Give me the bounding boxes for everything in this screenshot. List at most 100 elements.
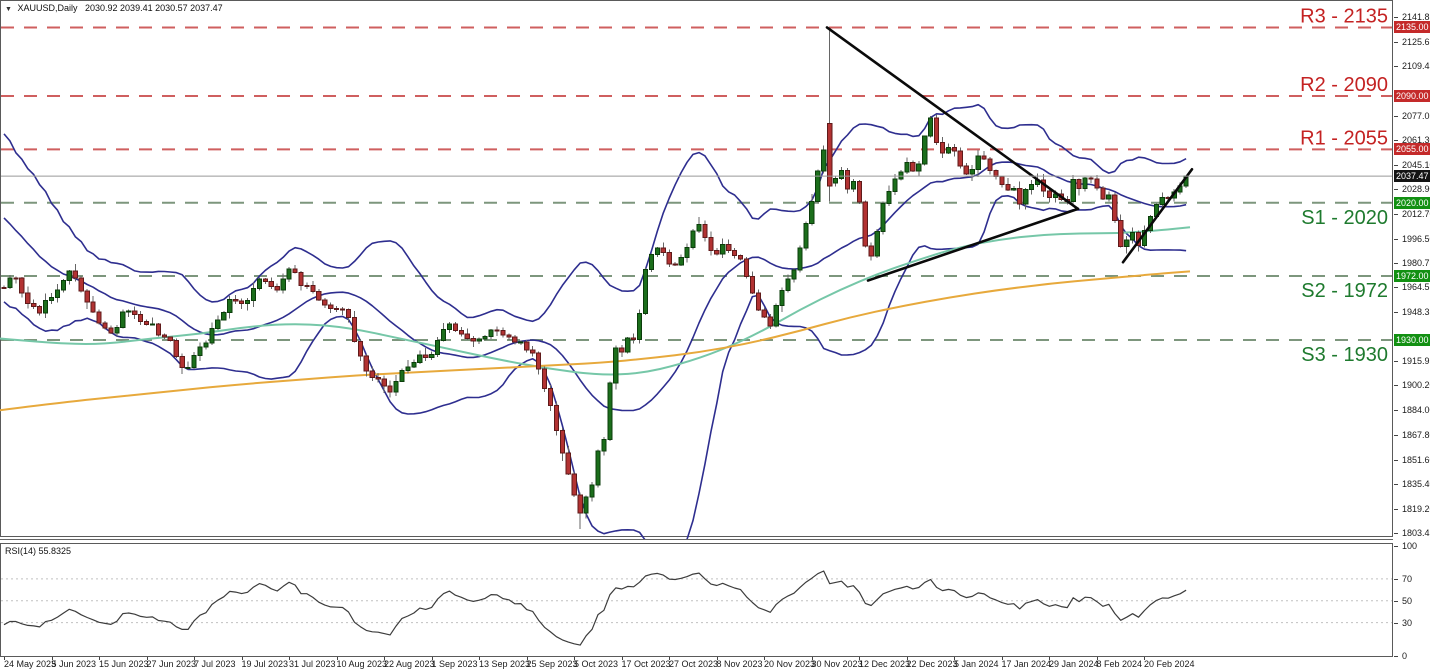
price-tick-label: 1900.20 bbox=[1402, 380, 1430, 390]
chart-title-bar[interactable]: ▼ XAUUSD,Daily 2030.92 2039.41 2030.57 2… bbox=[5, 3, 223, 13]
date-label: 7 Jul 2023 bbox=[194, 659, 236, 669]
price-tick bbox=[1394, 385, 1398, 386]
price-tick bbox=[1394, 484, 1398, 485]
date-label: 30 Nov 2023 bbox=[812, 659, 863, 669]
symbol-dropdown-icon[interactable]: ▼ bbox=[5, 6, 12, 13]
date-label: 12 Dec 2023 bbox=[859, 659, 910, 669]
price-tick-label: 1884.00 bbox=[1402, 405, 1430, 415]
price-tick bbox=[1394, 66, 1398, 67]
sr-level-label-r1: R1 - 2055 bbox=[1300, 127, 1388, 149]
price-tick bbox=[1394, 42, 1398, 43]
price-tick-label: 2077.05 bbox=[1402, 111, 1430, 121]
price-badge-s1: 2020.00 bbox=[1394, 197, 1430, 209]
price-tick-label: 1819.20 bbox=[1402, 504, 1430, 514]
rsi-scale-label: 100 bbox=[1402, 541, 1417, 551]
price-badge-s3: 1930.00 bbox=[1394, 334, 1430, 346]
price-tick-label: 2125.65 bbox=[1402, 37, 1430, 47]
date-label: 8 Nov 2023 bbox=[717, 659, 763, 669]
rsi-scale-label: 0 bbox=[1402, 651, 1407, 661]
price-tick bbox=[1394, 410, 1398, 411]
price-tick bbox=[1394, 509, 1398, 510]
price-tick-label: 2045.10 bbox=[1402, 160, 1430, 170]
price-badge-s2: 1972.00 bbox=[1394, 270, 1430, 282]
date-label: 10 Aug 2023 bbox=[337, 659, 388, 669]
rsi-scale-label: 70 bbox=[1402, 574, 1412, 584]
rsi-scale-tick bbox=[1394, 546, 1398, 547]
date-label: 13 Sep 2023 bbox=[479, 659, 530, 669]
date-label: 27 Oct 2023 bbox=[669, 659, 718, 669]
rsi-scale-label: 50 bbox=[1402, 596, 1412, 606]
price-tick-label: 1835.40 bbox=[1402, 479, 1430, 489]
price-tick-label: 1915.95 bbox=[1402, 356, 1430, 366]
trendline-3[interactable] bbox=[1123, 169, 1192, 262]
symbol-period-label: XAUUSD,Daily bbox=[17, 3, 77, 13]
current-price-badge: 2037.47 bbox=[1394, 170, 1430, 182]
date-label: 22 Aug 2023 bbox=[384, 659, 435, 669]
rsi-scale-tick bbox=[1394, 601, 1398, 602]
price-tick bbox=[1394, 214, 1398, 215]
ohlc-readout: 2030.92 2039.41 2030.57 2037.47 bbox=[85, 3, 223, 13]
candlestick-series bbox=[2, 27, 1188, 529]
sr-level-label-r2: R2 - 2090 bbox=[1300, 74, 1388, 96]
price-tick-label: 1851.60 bbox=[1402, 455, 1430, 465]
price-tick-label: 1964.55 bbox=[1402, 282, 1430, 292]
date-label: 5 Jun 2023 bbox=[52, 659, 97, 669]
rsi-indicator-label: RSI(14) 55.8325 bbox=[5, 546, 71, 556]
date-label: 17 Jan 2024 bbox=[1002, 659, 1052, 669]
price-tick-label: 1996.50 bbox=[1402, 234, 1430, 244]
price-tick bbox=[1394, 116, 1398, 117]
date-label: 25 Sep 2023 bbox=[527, 659, 578, 669]
price-badge-r2: 2090.00 bbox=[1394, 90, 1430, 102]
date-label: 19 Jul 2023 bbox=[242, 659, 289, 669]
date-label: 8 Feb 2024 bbox=[1097, 659, 1143, 669]
rsi-scale-label: 30 bbox=[1402, 618, 1412, 628]
rsi-scale-tick bbox=[1394, 623, 1398, 624]
trendline-2[interactable] bbox=[868, 209, 1078, 281]
rsi-scale-tick bbox=[1394, 656, 1398, 657]
panel-separator[interactable] bbox=[0, 539, 1393, 540]
date-label: 22 Dec 2023 bbox=[907, 659, 958, 669]
date-label: 1 Sep 2023 bbox=[432, 659, 478, 669]
price-tick-label: 2109.45 bbox=[1402, 61, 1430, 71]
price-badge-r1: 2055.00 bbox=[1394, 143, 1430, 155]
sr-level-label-s2: S2 - 1972 bbox=[1301, 280, 1388, 302]
price-scale[interactable]: 2141.852125.652109.452077.052061.302045.… bbox=[1394, 0, 1430, 669]
price-tick-label: 2012.70 bbox=[1402, 209, 1430, 219]
date-label: 20 Nov 2023 bbox=[764, 659, 815, 669]
rsi-line bbox=[4, 571, 1186, 645]
price-tick bbox=[1394, 533, 1398, 534]
price-tick-label: 1803.45 bbox=[1402, 528, 1430, 538]
price-tick bbox=[1394, 263, 1398, 264]
price-tick bbox=[1394, 435, 1398, 436]
price-tick-label: 1948.35 bbox=[1402, 307, 1430, 317]
date-label: 20 Feb 2024 bbox=[1144, 659, 1195, 669]
date-label: 5 Jan 2024 bbox=[954, 659, 999, 669]
price-tick bbox=[1394, 239, 1398, 240]
price-tick bbox=[1394, 287, 1398, 288]
price-tick bbox=[1394, 460, 1398, 461]
main-chart-canvas[interactable]: R3 - 2135 R2 - 2090 R1 - 2055 S1 - 2020 S2 -… bbox=[0, 0, 1393, 539]
date-label: 5 Oct 2023 bbox=[574, 659, 618, 669]
price-tick-label: 2028.90 bbox=[1402, 184, 1430, 194]
date-label: 17 Oct 2023 bbox=[622, 659, 671, 669]
time-scale[interactable]: 24 May 20235 Jun 202315 Jun 202327 Jun 2… bbox=[0, 657, 1394, 669]
sr-level-label-s3: S3 - 1930 bbox=[1301, 344, 1388, 366]
sr-level-label-s1: S1 - 2020 bbox=[1301, 207, 1388, 229]
rsi-indicator-canvas[interactable] bbox=[0, 543, 1393, 657]
price-tick bbox=[1394, 189, 1398, 190]
date-label: 31 Jul 2023 bbox=[289, 659, 336, 669]
sr-level-label-r3: R3 - 2135 bbox=[1300, 5, 1388, 27]
price-tick bbox=[1394, 165, 1398, 166]
price-tick bbox=[1394, 361, 1398, 362]
price-tick bbox=[1394, 312, 1398, 313]
date-label: 15 Jun 2023 bbox=[99, 659, 149, 669]
date-label: 29 Jan 2024 bbox=[1049, 659, 1099, 669]
trading-terminal-chart: R3 - 2135 R2 - 2090 R1 - 2055 S1 - 2020 S2 -… bbox=[0, 0, 1430, 669]
price-tick-label: 1867.80 bbox=[1402, 430, 1430, 440]
trendline-1[interactable] bbox=[827, 27, 1078, 208]
date-label: 24 May 2023 bbox=[4, 659, 56, 669]
price-tick-label: 1980.75 bbox=[1402, 258, 1430, 268]
date-label: 27 Jun 2023 bbox=[147, 659, 197, 669]
price-tick bbox=[1394, 140, 1398, 141]
price-tick bbox=[1394, 17, 1398, 18]
